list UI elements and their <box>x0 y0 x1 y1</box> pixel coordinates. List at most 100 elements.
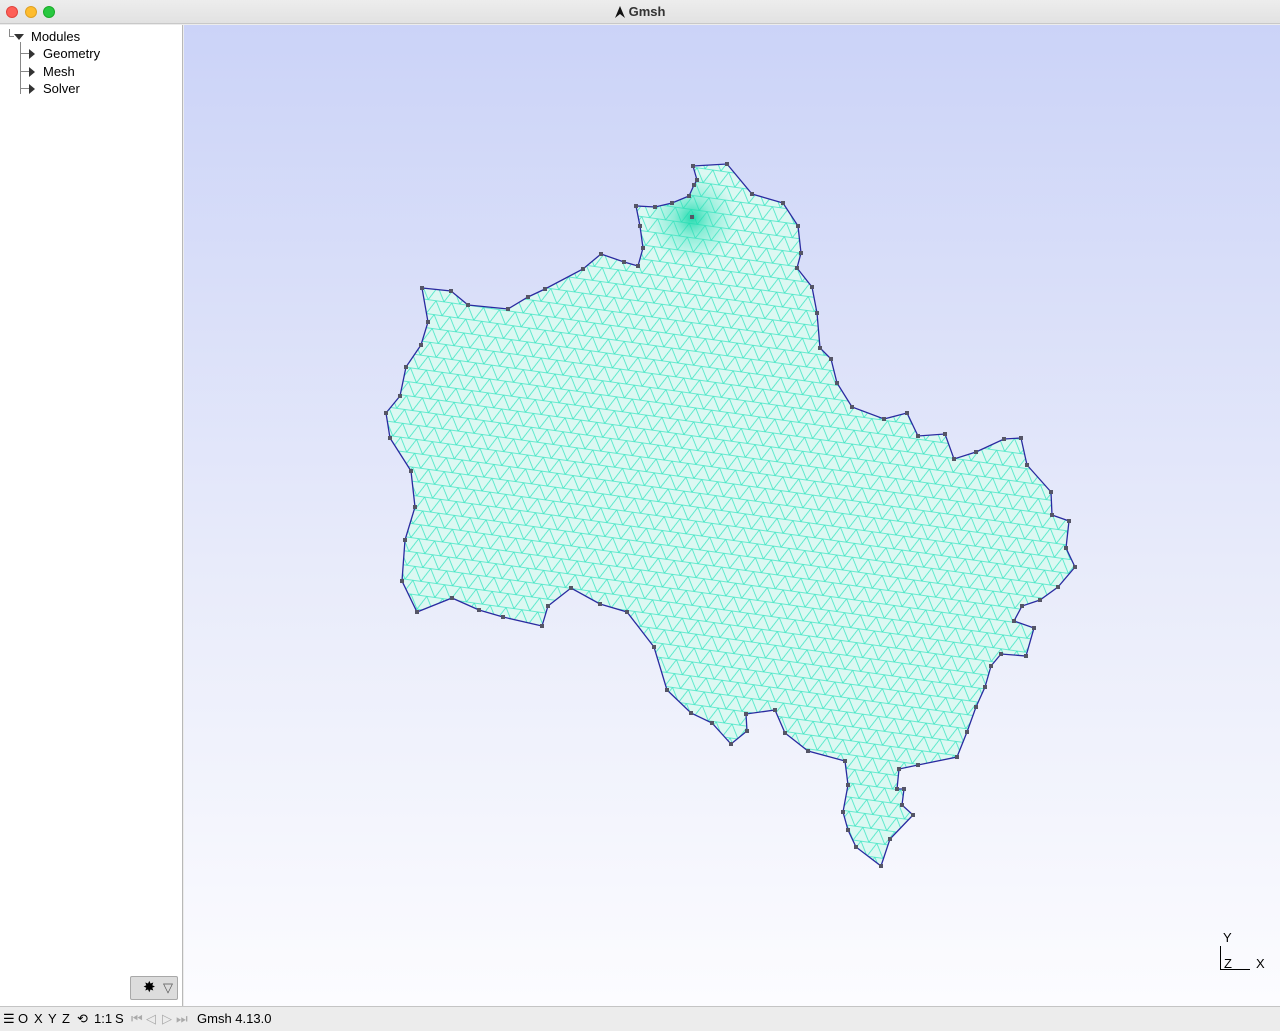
boundary-point[interactable] <box>806 749 810 753</box>
boundary-point[interactable] <box>625 610 629 614</box>
boundary-point[interactable] <box>1025 463 1029 467</box>
scale-button[interactable]: 1:1 <box>94 1008 112 1030</box>
boundary-point[interactable] <box>841 810 845 814</box>
boundary-point[interactable] <box>1038 598 1042 602</box>
boundary-point[interactable] <box>415 610 419 614</box>
boundary-point[interactable] <box>426 320 430 324</box>
boundary-point[interactable] <box>745 729 749 733</box>
mesh-canvas[interactable] <box>184 25 1280 1006</box>
boundary-point[interactable] <box>1012 619 1016 623</box>
boundary-point[interactable] <box>750 192 754 196</box>
orientation-z-button[interactable]: Z <box>62 1008 70 1030</box>
boundary-point[interactable] <box>689 711 693 715</box>
boundary-point[interactable] <box>1073 565 1077 569</box>
boundary-point[interactable] <box>888 837 892 841</box>
boundary-point[interactable] <box>634 204 638 208</box>
boundary-point[interactable] <box>477 608 481 612</box>
boundary-point[interactable] <box>952 457 956 461</box>
boundary-point[interactable] <box>999 652 1003 656</box>
boundary-point[interactable] <box>983 685 987 689</box>
boundary-point[interactable] <box>1024 654 1028 658</box>
boundary-point[interactable] <box>652 645 656 649</box>
boundary-point[interactable] <box>725 162 729 166</box>
boundary-point[interactable] <box>695 178 699 182</box>
boundary-point[interactable] <box>835 381 839 385</box>
boundary-point[interactable] <box>543 287 547 291</box>
play-icon[interactable]: ▷ <box>162 1008 172 1030</box>
boundary-point[interactable] <box>882 417 886 421</box>
tree-item-modules[interactable]: Modules <box>0 28 183 45</box>
boundary-point[interactable] <box>815 311 819 315</box>
boundary-point[interactable] <box>895 787 899 791</box>
boundary-point[interactable] <box>965 730 969 734</box>
boundary-point[interactable] <box>581 267 585 271</box>
boundary-point[interactable] <box>955 755 959 759</box>
orientation-x-button[interactable]: X <box>34 1008 43 1030</box>
prev-icon[interactable]: ◁ <box>146 1008 156 1030</box>
boundary-point[interactable] <box>403 538 407 542</box>
boundary-point[interactable] <box>413 505 417 509</box>
boundary-point[interactable] <box>569 586 573 590</box>
boundary-point[interactable] <box>1050 513 1054 517</box>
boundary-point[interactable] <box>796 224 800 228</box>
boundary-point[interactable] <box>810 285 814 289</box>
boundary-point[interactable] <box>829 357 833 361</box>
boundary-point[interactable] <box>450 596 454 600</box>
first-icon[interactable]: ⏮ <box>131 1008 143 1030</box>
boundary-point[interactable] <box>404 365 408 369</box>
boundary-point[interactable] <box>773 708 777 712</box>
boundary-point[interactable] <box>1049 490 1053 494</box>
boundary-point[interactable] <box>653 205 657 209</box>
boundary-point[interactable] <box>638 224 642 228</box>
boundary-point[interactable] <box>388 436 392 440</box>
boundary-point[interactable] <box>943 432 947 436</box>
boundary-point[interactable] <box>900 803 904 807</box>
collapsed-arrow-icon[interactable] <box>29 67 35 77</box>
boundary-point[interactable] <box>795 266 799 270</box>
boundary-point[interactable] <box>905 411 909 415</box>
boundary-point[interactable] <box>1056 585 1060 589</box>
rotate-icon[interactable]: ⟲ <box>77 1008 88 1030</box>
boundary-point[interactable] <box>911 813 915 817</box>
embedded-point[interactable] <box>690 215 694 219</box>
boundary-point[interactable] <box>843 759 847 763</box>
boundary-point[interactable] <box>854 845 858 849</box>
orientation-y-button[interactable]: Y <box>48 1008 57 1030</box>
boundary-point[interactable] <box>744 712 748 716</box>
boundary-point[interactable] <box>506 307 510 311</box>
boundary-point[interactable] <box>897 767 901 771</box>
boundary-point[interactable] <box>622 260 626 264</box>
boundary-point[interactable] <box>420 286 424 290</box>
boundary-point[interactable] <box>400 579 404 583</box>
filter-icon[interactable]: ▽ <box>163 980 173 996</box>
orientation-o-button[interactable]: O <box>18 1008 28 1030</box>
boundary-point[interactable] <box>846 828 850 832</box>
boundary-point[interactable] <box>1020 604 1024 608</box>
collapsed-arrow-icon[interactable] <box>29 49 35 59</box>
boundary-point[interactable] <box>783 731 787 735</box>
boundary-point[interactable] <box>846 783 850 787</box>
boundary-point[interactable] <box>501 615 505 619</box>
boundary-point[interactable] <box>670 201 674 205</box>
boundary-point[interactable] <box>526 295 530 299</box>
boundary-point[interactable] <box>799 251 803 255</box>
boundary-point[interactable] <box>902 787 906 791</box>
boundary-point[interactable] <box>1002 437 1006 441</box>
boundary-point[interactable] <box>599 252 603 256</box>
boundary-point[interactable] <box>916 434 920 438</box>
select-button[interactable]: S <box>115 1008 124 1030</box>
boundary-point[interactable] <box>449 289 453 293</box>
boundary-point[interactable] <box>691 164 695 168</box>
boundary-point[interactable] <box>687 194 691 198</box>
tree-item-solver[interactable]: Solver <box>0 80 183 97</box>
boundary-point[interactable] <box>419 343 423 347</box>
boundary-point[interactable] <box>729 742 733 746</box>
boundary-point[interactable] <box>665 688 669 692</box>
boundary-point[interactable] <box>641 246 645 250</box>
boundary-point[interactable] <box>850 405 854 409</box>
graphics-viewport[interactable]: Y Z X <box>184 25 1280 1006</box>
boundary-point[interactable] <box>974 705 978 709</box>
boundary-point[interactable] <box>466 303 470 307</box>
boundary-point[interactable] <box>989 664 993 668</box>
boundary-point[interactable] <box>540 624 544 628</box>
